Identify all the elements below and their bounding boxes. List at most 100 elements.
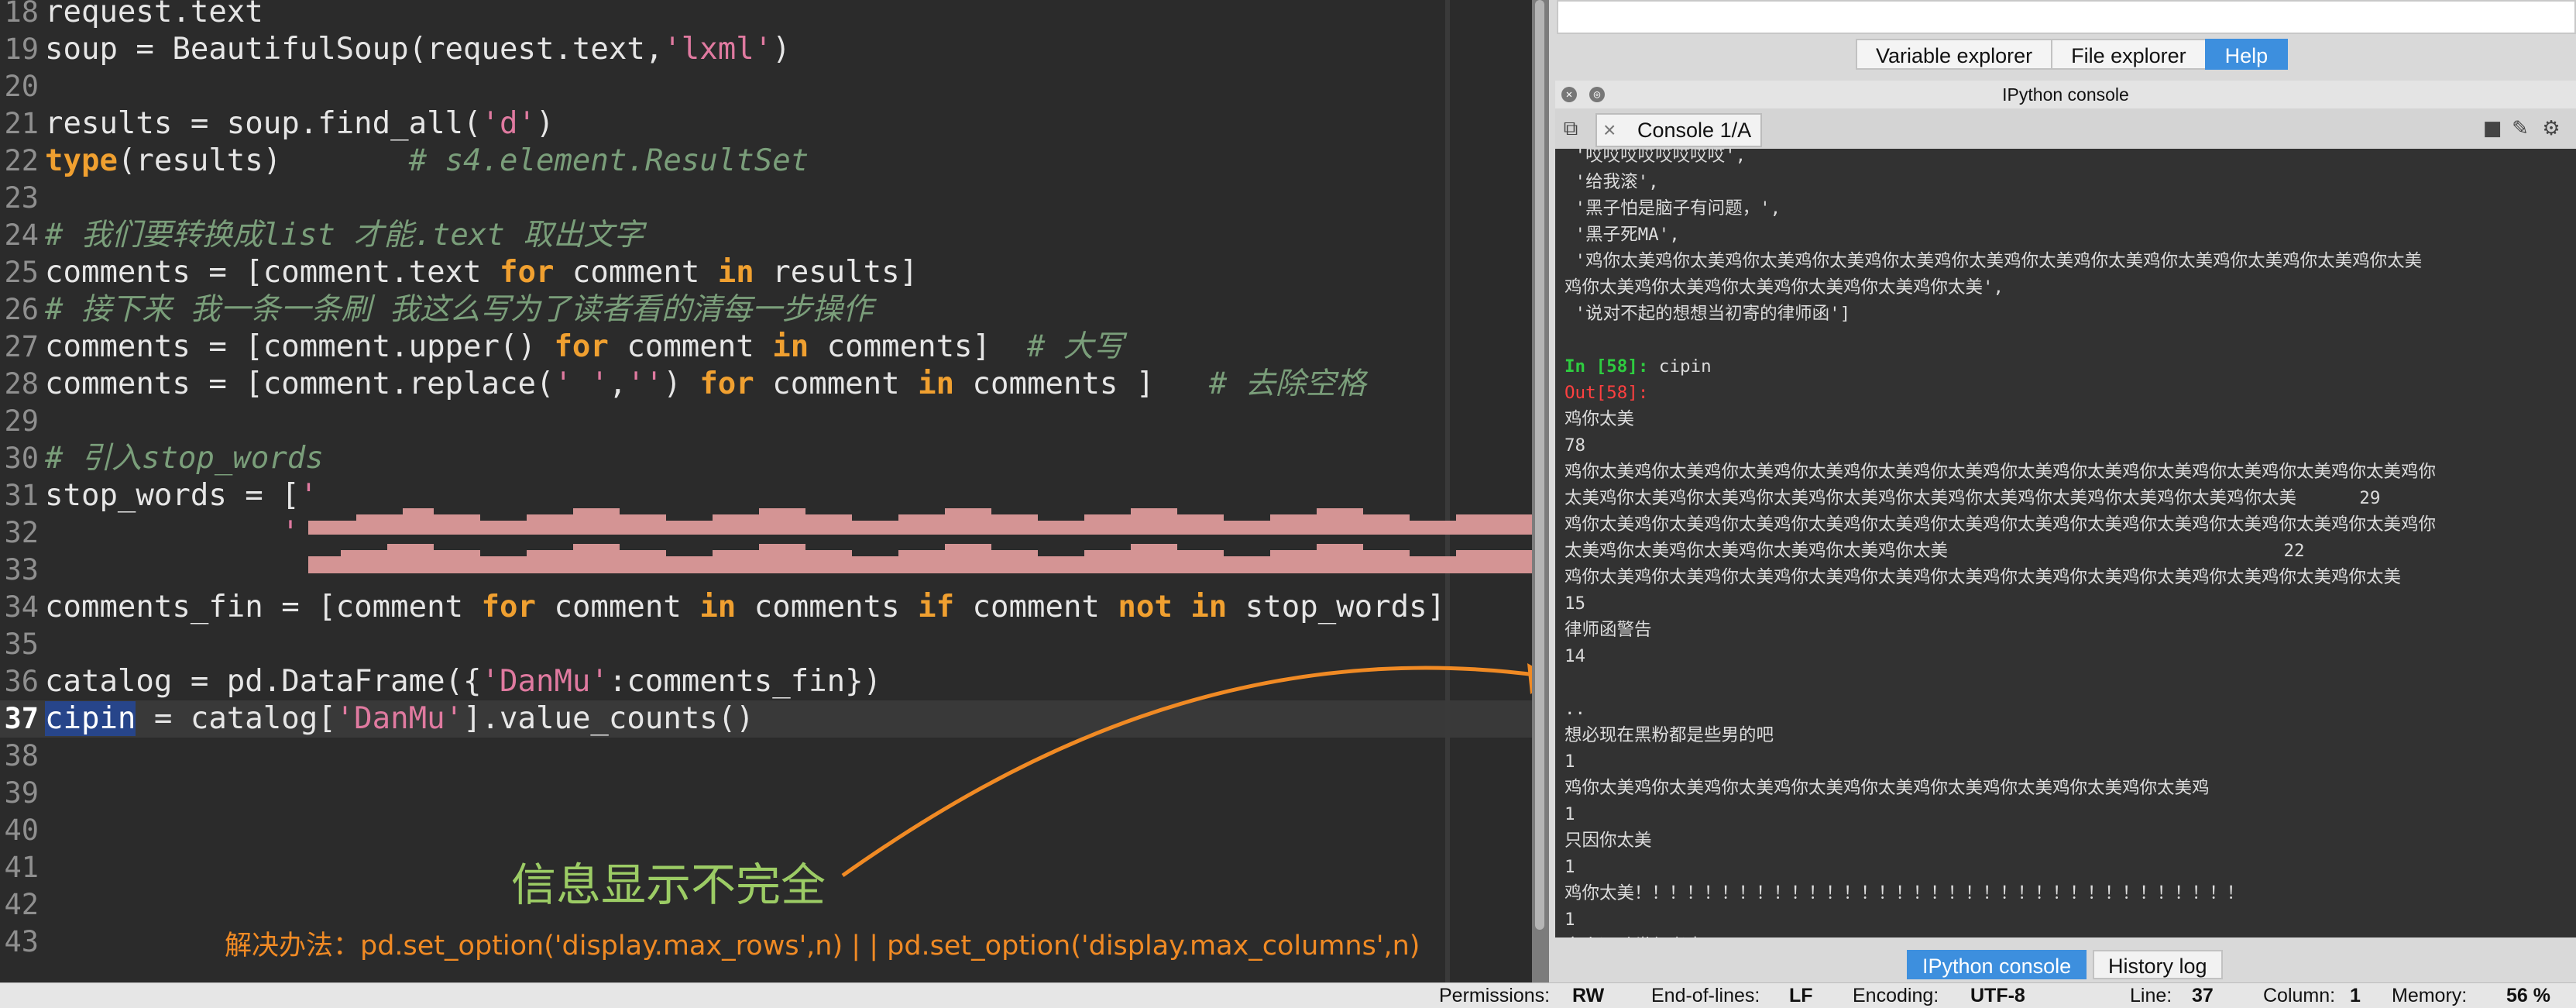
line-number: 35 xyxy=(4,628,39,661)
line-number: 18 xyxy=(4,0,39,29)
line-number: 21 xyxy=(4,107,39,140)
code-line[interactable]: 35 xyxy=(0,626,1532,663)
code-line[interactable]: 28 comments = [comment.replace(' ','') fo… xyxy=(0,366,1532,403)
gear-icon[interactable]: ⚙ xyxy=(2540,118,2562,139)
code-text[interactable]: comments = [comment.replace(' ','') for … xyxy=(45,366,1366,403)
line-number: 41 xyxy=(4,851,39,884)
code-line[interactable]: 23 xyxy=(0,180,1532,217)
code-text[interactable]: comments = [comment.text for comment in … xyxy=(45,254,918,291)
code-text[interactable]: # 引入stop_words xyxy=(45,440,324,477)
code-line[interactable]: 38 xyxy=(0,738,1532,775)
console-line-text: 14 xyxy=(1564,646,1586,666)
code-token: ) xyxy=(772,32,791,67)
code-text[interactable]: catalog = pd.DataFrame({'DanMu':comments… xyxy=(45,663,881,700)
code-line[interactable]: 29 xyxy=(0,403,1532,440)
console-pane-title: IPython console xyxy=(1555,81,2576,109)
line-number: 31 xyxy=(4,479,39,512)
code-line[interactable]: 25 comments = [comment.text for comment i… xyxy=(0,254,1532,291)
column-label: Column: xyxy=(2263,985,2336,1006)
code-line[interactable]: 26 # 接下来 我一条一条刷 我这么写为了读者看的清每一步操作 xyxy=(0,291,1532,329)
stop-icon[interactable]: ■ xyxy=(2482,118,2503,139)
code-line[interactable]: 40 xyxy=(0,812,1532,849)
tab-variable-explorer[interactable]: Variable explorer xyxy=(1856,39,2053,70)
tab-file-explorer[interactable]: File explorer xyxy=(2051,39,2207,70)
code-line[interactable]: 36 catalog = pd.DataFrame({'DanMu':commen… xyxy=(0,663,1532,700)
annotation-incomplete-display: 信息显示不完全 xyxy=(511,858,826,911)
code-token: in xyxy=(717,255,754,290)
console-line: 14 xyxy=(1564,643,1585,669)
console-line-text: '黑子怕是脑子有问题，', xyxy=(1564,198,1781,218)
console-line: 鸡你太美鸡你太美鸡你太美鸡你太美鸡你太美鸡你太美', xyxy=(1564,274,2004,301)
eraser-icon[interactable]: ✎ xyxy=(2509,118,2531,139)
close-icon[interactable]: × xyxy=(1603,115,1616,146)
code-token: comments xyxy=(736,590,919,624)
code-line[interactable]: 22 type(results) # s4.element.ResultSet xyxy=(0,143,1532,180)
line-number: 24 xyxy=(4,218,39,252)
code-text[interactable]: ' xyxy=(45,514,299,552)
console-line: 1 xyxy=(1564,907,1575,933)
code-token: comments] xyxy=(809,329,1027,364)
code-line[interactable]: 34 comments_fin = [comment for comment in… xyxy=(0,589,1532,626)
status-bar: Permissions: RW End-of-lines: LF Encodin… xyxy=(0,982,2576,1008)
code-token: ) xyxy=(663,366,700,401)
line-label: Line: xyxy=(2130,985,2172,1006)
line-number: 39 xyxy=(4,776,39,810)
tab-history-log[interactable]: History log xyxy=(2093,950,2223,979)
code-token: ' ' xyxy=(554,366,609,401)
code-text[interactable]: request.text xyxy=(45,0,263,31)
code-line[interactable]: 39 xyxy=(0,775,1532,812)
code-text[interactable]: soup = BeautifulSoup(request.text,'lxml'… xyxy=(45,31,791,68)
code-line[interactable]: 19 soup = BeautifulSoup(request.text,'lxm… xyxy=(0,31,1532,68)
code-text[interactable]: type(results) # s4.element.ResultSet xyxy=(45,143,809,180)
code-token: comments ] xyxy=(954,366,1209,401)
line-number: 20 xyxy=(4,70,39,103)
close-pane-icon[interactable]: ✕ xyxy=(1561,87,1577,102)
code-text[interactable]: # 接下来 我一条一条刷 我这么写为了读者看的清每一步操作 xyxy=(45,291,873,329)
folder-icon[interactable]: ⧉ xyxy=(1560,118,1582,139)
code-line[interactable]: 21 results = soup.find_all('d') xyxy=(0,105,1532,143)
code-editor[interactable]: 18 request.text 19 soup = BeautifulSoup(req… xyxy=(0,0,1532,982)
code-text[interactable]: results = soup.find_all('d') xyxy=(45,105,554,143)
code-token: comment xyxy=(608,329,773,364)
code-line[interactable]: 27 comments = [comment.upper() for commen… xyxy=(0,329,1532,366)
code-line[interactable]: 20 xyxy=(0,68,1532,105)
code-text[interactable]: comments_fin = [comment for comment in c… xyxy=(45,589,1445,626)
code-line[interactable]: 24 # 我们要转换成list 才能.text 取出文字 xyxy=(0,217,1532,254)
code-line[interactable]: 33 xyxy=(0,552,1532,589)
code-token: not xyxy=(1118,590,1173,624)
ipython-console-output[interactable]: '哎哎哎哎哎哎哎哎', '给我滚', '黑子怕是脑子有问题，', '黑子死MA'… xyxy=(1555,149,2576,937)
code-line[interactable]: 31 stop_words = [' xyxy=(0,477,1532,514)
line-number: 38 xyxy=(4,739,39,772)
code-token: comment xyxy=(535,590,700,624)
editor-scrollbar[interactable] xyxy=(1535,0,1544,930)
tab-ipython-console[interactable]: IPython console xyxy=(1907,950,2087,979)
code-token: # 接下来 我一条一条刷 我这么写为了读者看的清每一步操作 xyxy=(45,292,873,327)
console-tab[interactable]: × Console 1/A xyxy=(1595,113,1762,147)
code-token: (results) xyxy=(117,143,409,178)
code-text[interactable]: stop_words = [' xyxy=(45,477,318,514)
code-line[interactable]: 30 # 引入stop_words xyxy=(0,440,1532,477)
code-line[interactable]: 32 ' xyxy=(0,514,1532,552)
annotation-solution: 解决办法：pd.set_option('display.max_rows',n)… xyxy=(225,931,1420,962)
code-text[interactable]: comments = [comment.upper() for comment … xyxy=(45,329,1124,366)
console-line: In [58]: cipin xyxy=(1564,353,1712,380)
code-text[interactable]: cipin = catalog['DanMu'].value_counts() xyxy=(45,700,754,738)
console-line-text: 鸡你太美鸡你太美鸡你太美鸡你太美鸡你太美鸡你太美', xyxy=(1564,277,2004,298)
console-line-text: 太美鸡你太美鸡你太美鸡你太美鸡你太美鸡你太美 22 xyxy=(1564,541,2305,561)
code-text[interactable]: # 我们要转换成list 才能.text 取出文字 xyxy=(45,217,644,254)
console-line-text: 78 xyxy=(1564,435,1586,456)
code-line[interactable]: 18 request.text xyxy=(0,0,1532,31)
undock-pane-icon[interactable]: ◎ xyxy=(1589,87,1605,102)
code-token: request.text xyxy=(45,0,263,29)
code-token: , xyxy=(608,366,627,401)
code-line[interactable]: 37 cipin = catalog['DanMu'].value_counts(… xyxy=(0,700,1532,738)
tab-help[interactable]: Help xyxy=(2204,39,2289,70)
input-prompt: In [58]: xyxy=(1564,356,1659,377)
code-token: # s4.element.ResultSet xyxy=(408,143,809,178)
line-number: 40 xyxy=(4,814,39,847)
console-line-text: '说对不起的想想当初寄的律师函'] xyxy=(1564,304,1851,324)
permissions-value: RW xyxy=(1572,985,1605,1006)
code-token: catalog = pd.DataFrame({ xyxy=(45,664,482,699)
code-token: comments = [comment.upper() xyxy=(45,329,555,364)
